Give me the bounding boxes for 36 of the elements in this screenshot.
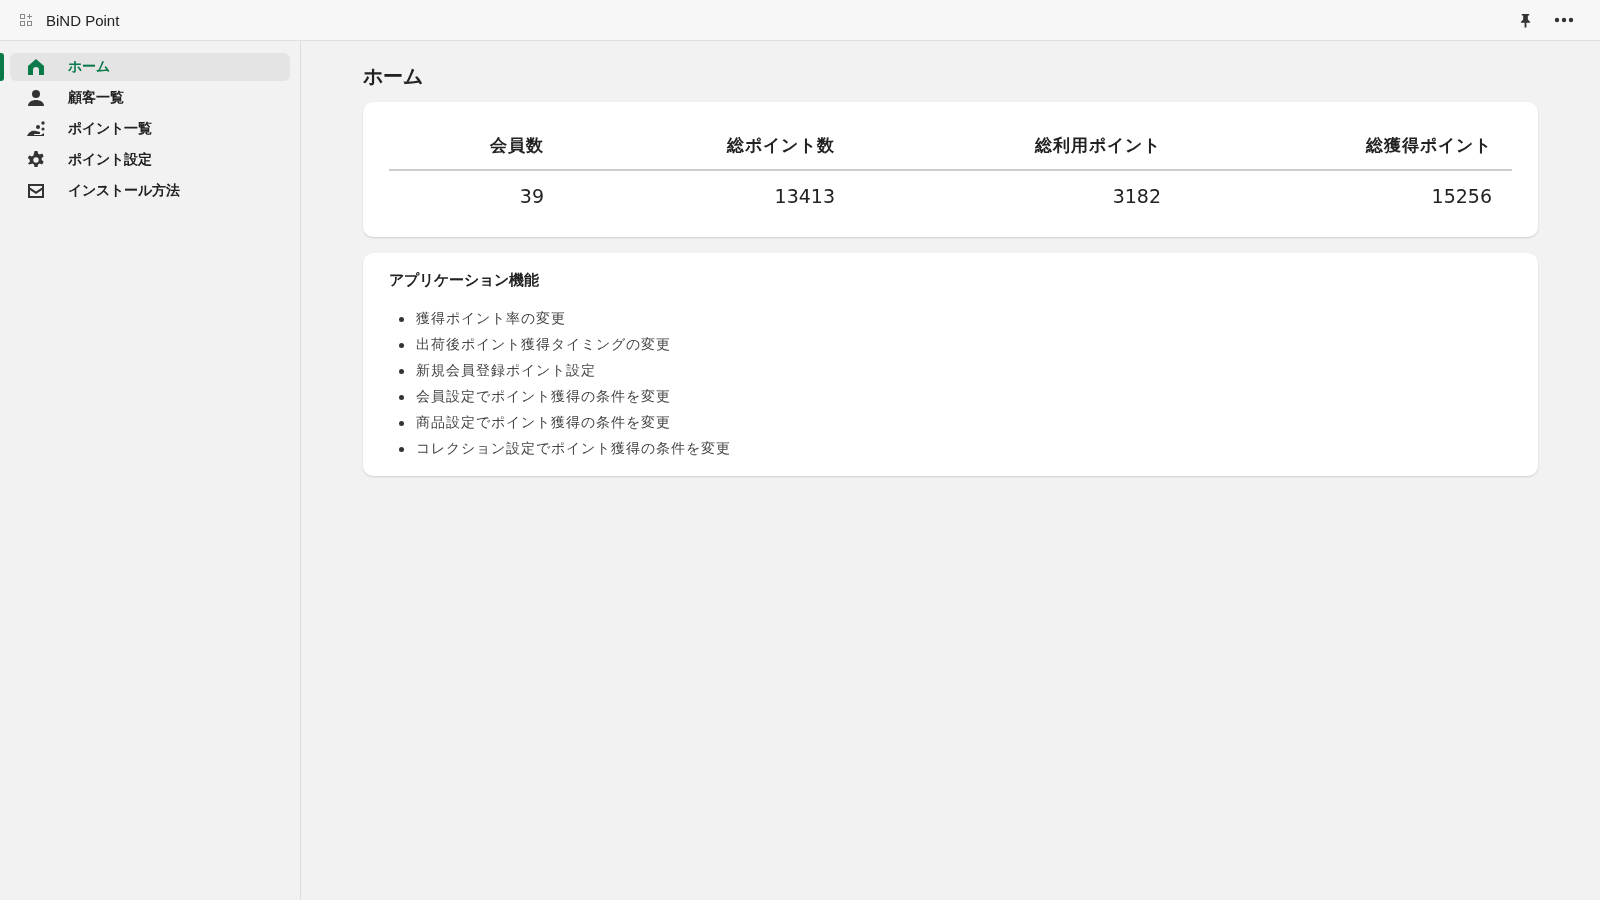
window-title: BiND Point <box>46 11 120 29</box>
page-title: ホーム <box>363 63 424 90</box>
sidebar-item[interactable]: 顧客一覧 <box>10 84 290 112</box>
sidebar-item[interactable]: インストール方法 <box>10 177 290 205</box>
person-icon <box>26 88 46 108</box>
more-icon[interactable] <box>1554 17 1574 23</box>
selection-indicator <box>0 53 4 81</box>
table-cell-text: 3182 <box>1111 184 1162 207</box>
pin-icon[interactable] <box>1519 12 1532 28</box>
home-icon <box>26 57 46 77</box>
bullet-icon <box>399 342 404 348</box>
bullet-icon <box>399 316 404 322</box>
column-header: 会員数 <box>389 126 564 171</box>
app-grid-icon <box>20 14 32 26</box>
bullet-icon <box>399 420 404 426</box>
table-cell-text: 39 <box>518 184 545 207</box>
column-header: 総ポイント数 <box>564 126 855 171</box>
bullet-icon <box>399 446 404 452</box>
settings-icon <box>26 150 46 170</box>
sidebar-item[interactable]: ポイント一覧 <box>10 115 290 143</box>
hand-coins-icon <box>26 119 46 139</box>
mail-icon <box>26 181 46 201</box>
bullet-icon <box>399 368 404 374</box>
card-title: アプリケーション機能 <box>389 271 540 290</box>
sidebar-item[interactable]: ポイント設定 <box>10 146 290 174</box>
list-item: 新規会員登録ポイント設定 <box>416 362 596 380</box>
list-item: 会員設定でポイント獲得の条件を変更 <box>416 388 671 406</box>
table-cell-text: 13413 <box>773 184 836 207</box>
list-item: 獲得ポイント率の変更 <box>416 310 566 328</box>
bullet-icon <box>399 394 404 400</box>
list-item: 商品設定でポイント獲得の条件を変更 <box>416 414 671 432</box>
list-item: コレクション設定でポイント獲得の条件を変更 <box>416 440 731 458</box>
list-item: 出荷後ポイント獲得タイミングの変更 <box>416 336 671 354</box>
table-cell-text: 15256 <box>1430 184 1493 207</box>
column-header: 総利用ポイント <box>855 126 1181 171</box>
column-header: 総獲得ポイント <box>1181 126 1512 171</box>
